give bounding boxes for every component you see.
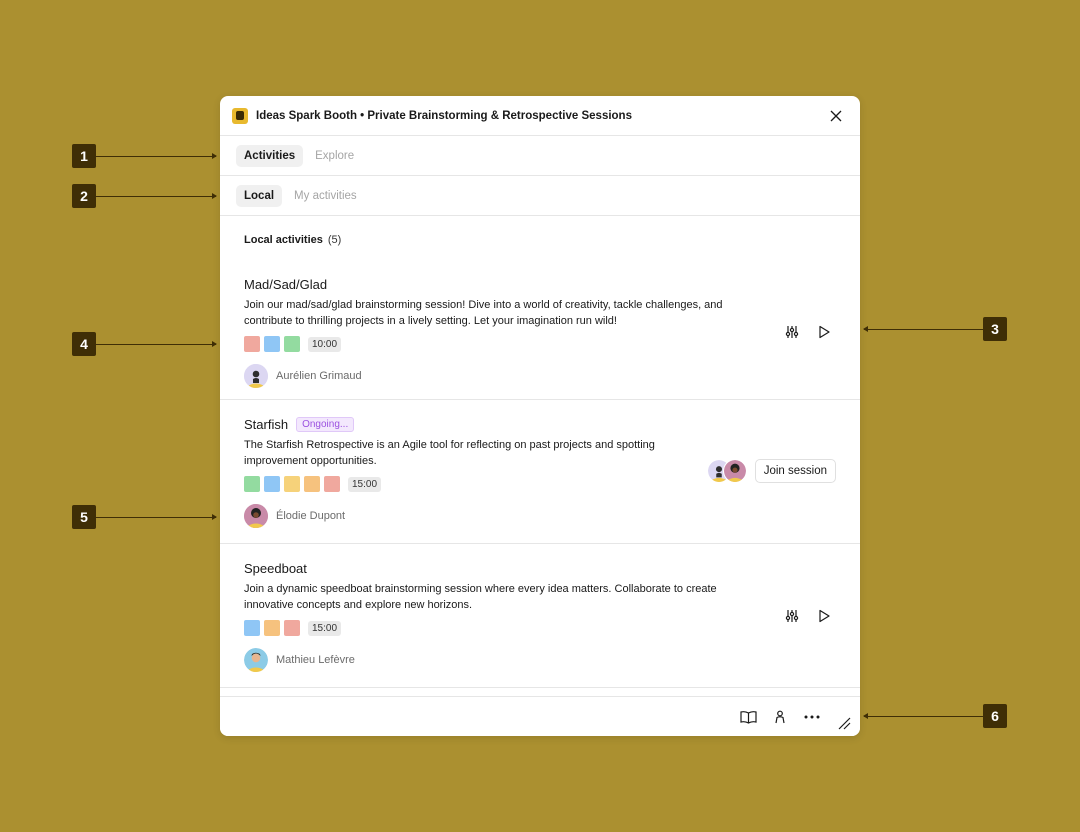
color-chip bbox=[244, 620, 260, 636]
activity-description: Join our mad/sad/glad brainstorming sess… bbox=[244, 299, 723, 327]
person-icon bbox=[775, 710, 785, 723]
activity-actions: Join session bbox=[706, 459, 836, 483]
join-session-button[interactable]: Join session bbox=[754, 459, 836, 483]
color-chip bbox=[284, 336, 300, 352]
subtab-my-activities[interactable]: My activities bbox=[286, 185, 365, 207]
play-icon bbox=[819, 325, 830, 339]
play-icon bbox=[819, 609, 830, 623]
activity-tags: 15:00 bbox=[244, 620, 836, 636]
callout-2-arrow bbox=[96, 193, 217, 199]
activity-title: Starfish bbox=[244, 416, 289, 432]
participants-avatars bbox=[706, 459, 747, 483]
owner-name: Élodie Dupont bbox=[276, 510, 346, 522]
avatar bbox=[244, 364, 268, 388]
account-button[interactable] bbox=[768, 705, 792, 729]
activity-card-speedboat[interactable]: Speedboat Join a dynamic speedboat brain… bbox=[220, 544, 860, 688]
settings-button[interactable] bbox=[780, 320, 804, 344]
resize-handle-icon bbox=[838, 717, 851, 729]
callout-1-arrow bbox=[96, 153, 217, 159]
activity-card-mad-sad-glad[interactable]: Mad/Sad/Glad Join our mad/sad/glad brain… bbox=[220, 264, 860, 400]
activity-tags: 10:00 bbox=[244, 336, 836, 352]
callout-5: 5 bbox=[72, 505, 96, 529]
activity-description: Join a dynamic speedboat brainstorming s… bbox=[244, 583, 717, 611]
play-button[interactable] bbox=[812, 320, 836, 344]
activity-time: 15:00 bbox=[348, 476, 382, 492]
callout-1: 1 bbox=[72, 144, 96, 168]
section-label: Local activities bbox=[244, 234, 323, 246]
callout-3: 3 bbox=[983, 317, 1007, 341]
avatar bbox=[722, 459, 747, 483]
activity-actions bbox=[780, 320, 836, 344]
app-logo-icon bbox=[232, 107, 248, 124]
activity-description: The Starfish Retrospective is an Agile t… bbox=[244, 439, 655, 467]
docs-button[interactable] bbox=[736, 705, 760, 729]
more-icon bbox=[804, 715, 820, 718]
activity-time: 10:00 bbox=[308, 336, 342, 352]
activity-owner: Mathieu Lefèvre bbox=[244, 648, 836, 672]
color-chip bbox=[264, 336, 280, 352]
avatar bbox=[244, 648, 268, 672]
close-button[interactable] bbox=[824, 104, 848, 128]
color-chip bbox=[244, 476, 260, 492]
color-chip bbox=[304, 476, 320, 492]
activity-card-starfish[interactable]: Starfish Ongoing... The Starfish Retrosp… bbox=[220, 400, 860, 544]
activity-owner: Élodie Dupont bbox=[244, 504, 836, 528]
callout-3-arrow bbox=[863, 326, 983, 332]
window-titlebar: Ideas Spark Booth • Private Brainstormin… bbox=[220, 96, 860, 136]
color-chip bbox=[324, 476, 340, 492]
settings-button[interactable] bbox=[780, 604, 804, 628]
activity-time: 15:00 bbox=[308, 620, 342, 636]
activity-owner: Aurélien Grimaud bbox=[244, 364, 836, 388]
play-button[interactable] bbox=[812, 604, 836, 628]
more-button[interactable] bbox=[800, 705, 824, 729]
status-badge: Ongoing... bbox=[296, 416, 355, 432]
settings-icon bbox=[785, 326, 799, 338]
callout-4-arrow bbox=[96, 341, 217, 347]
activity-actions bbox=[780, 604, 836, 628]
settings-icon bbox=[785, 610, 799, 622]
color-chip bbox=[244, 336, 260, 352]
section-header: Local activities (5) bbox=[220, 216, 860, 264]
callout-6-arrow bbox=[863, 713, 983, 719]
color-chip bbox=[284, 620, 300, 636]
main-tabs: Activities Explore bbox=[220, 136, 860, 176]
activity-title: Speedboat bbox=[244, 560, 307, 576]
section-count: (5) bbox=[327, 234, 342, 246]
color-chip bbox=[284, 476, 300, 492]
tab-explore[interactable]: Explore bbox=[307, 145, 362, 167]
window-footer bbox=[220, 696, 860, 736]
activities-window: Ideas Spark Booth • Private Brainstormin… bbox=[220, 96, 860, 736]
owner-name: Aurélien Grimaud bbox=[276, 370, 362, 382]
callout-5-arrow bbox=[96, 514, 217, 520]
callout-6: 6 bbox=[983, 704, 1007, 728]
color-chip bbox=[264, 476, 280, 492]
owner-name: Mathieu Lefèvre bbox=[276, 654, 355, 666]
window-title: Ideas Spark Booth • Private Brainstormin… bbox=[256, 109, 632, 122]
tab-activities[interactable]: Activities bbox=[236, 144, 304, 167]
book-icon bbox=[739, 710, 757, 724]
color-chip bbox=[264, 620, 280, 636]
close-icon bbox=[830, 110, 842, 121]
activity-title: Mad/Sad/Glad bbox=[244, 276, 328, 292]
sub-tabs: Local My activities bbox=[220, 176, 860, 216]
avatar bbox=[244, 504, 268, 528]
subtab-local[interactable]: Local bbox=[236, 184, 283, 207]
callout-2: 2 bbox=[72, 184, 96, 208]
resize-handle[interactable] bbox=[832, 711, 856, 735]
callout-4: 4 bbox=[72, 332, 96, 356]
